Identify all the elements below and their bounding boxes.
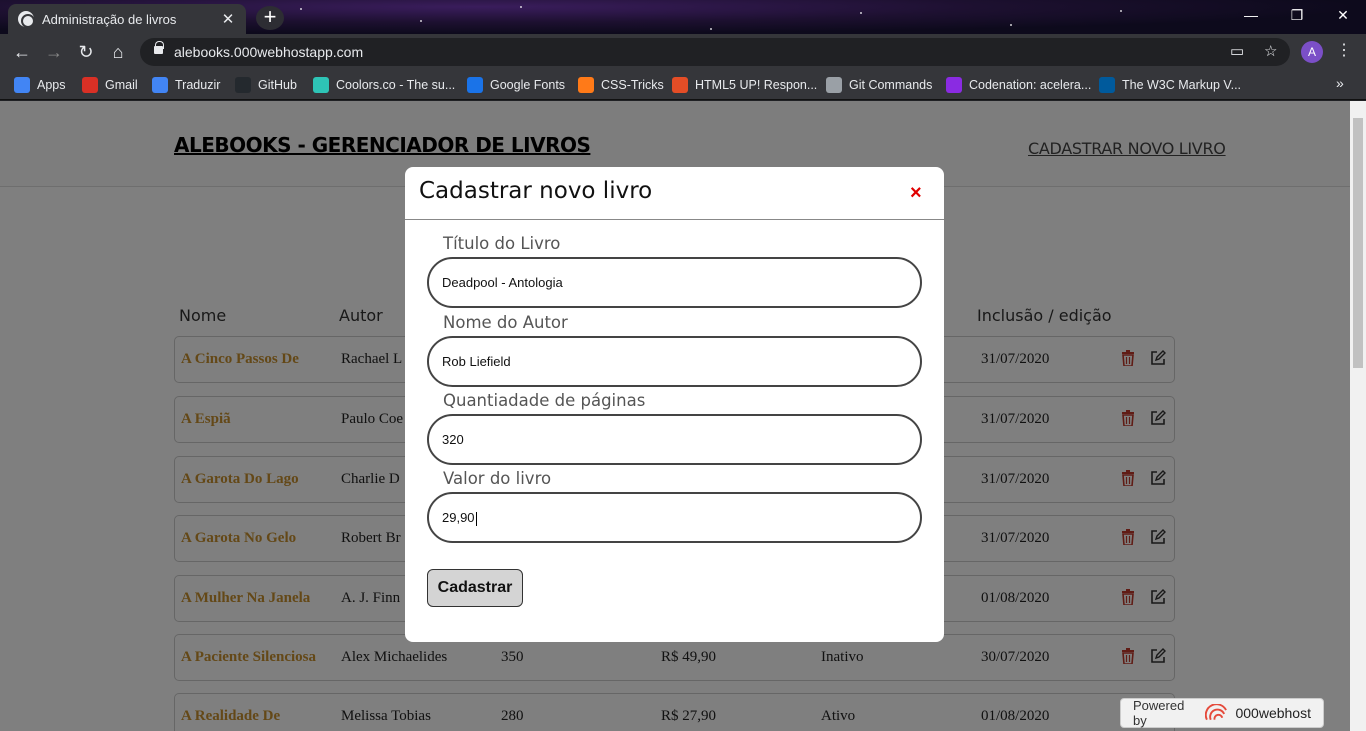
bookmark-label: Apps xyxy=(37,78,66,92)
forward-button[interactable]: → xyxy=(42,40,66,64)
bookmark-github[interactable]: GitHub xyxy=(235,76,297,94)
page-scrollbar[interactable] xyxy=(1350,101,1366,731)
bookmark-git-commands[interactable]: Git Commands xyxy=(826,76,932,94)
github-icon xyxy=(235,77,251,93)
powered-by-label: Powered by xyxy=(1133,698,1185,728)
css-tricks-icon xyxy=(578,77,594,93)
star-decoration xyxy=(1120,10,1122,12)
google-fonts-icon xyxy=(467,77,483,93)
bookmark-traduzir[interactable]: Traduzir xyxy=(152,76,220,94)
star-decoration xyxy=(420,20,422,22)
pages-input[interactable]: 320 xyxy=(427,414,922,465)
bookmark-label: CSS-Tricks xyxy=(601,78,664,92)
bookmark-label: The W3C Markup V... xyxy=(1122,78,1242,92)
browser-toolbar: ← → ↻ ⌂ alebooks.000webhostapp.com ▭ ☆ A… xyxy=(0,34,1366,70)
close-icon[interactable]: × xyxy=(910,182,922,205)
bookmark-css-tricks[interactable]: CSS-Tricks xyxy=(578,76,664,94)
bookmark-label: HTML5 UP! Respon... xyxy=(695,78,818,92)
register-book-modal: Cadastrar novo livro × Título do Livro D… xyxy=(405,167,944,642)
tab-title: Administração de livros xyxy=(42,11,177,27)
pages-input-value: 320 xyxy=(442,432,464,447)
bookmark-google-fonts[interactable]: Google Fonts xyxy=(467,76,565,94)
text-caret xyxy=(475,511,477,526)
pages-label: Quantiadade de páginas xyxy=(443,391,646,410)
translate-icon xyxy=(152,77,168,93)
gmail-icon xyxy=(82,77,98,93)
page-viewport: ALEBOOKS - GERENCIADOR DE LIVROS CADASTR… xyxy=(0,101,1350,731)
000webhost-logo-icon xyxy=(1204,704,1227,721)
globe-icon xyxy=(18,11,35,28)
cast-icon[interactable]: ▭ xyxy=(1230,42,1244,60)
bookmark-w3c[interactable]: The W3C Markup V... xyxy=(1099,76,1241,94)
price-input-value: 29,90 xyxy=(442,510,475,525)
bookmark-codenation[interactable]: Codenation: acelera... xyxy=(946,76,1091,94)
star-decoration xyxy=(300,8,302,10)
new-tab-button[interactable]: + xyxy=(256,6,284,30)
home-button[interactable]: ⌂ xyxy=(106,40,130,64)
modal-header: Cadastrar novo livro × xyxy=(405,167,944,220)
browser-menu-icon[interactable]: ⋮ xyxy=(1336,40,1352,60)
browser-tab-strip: Administração de livros ✕ + — ❐ ✕ xyxy=(0,0,1366,34)
bookmarks-bar: Apps Gmail Traduzir GitHub Coolors.co - … xyxy=(0,70,1366,100)
coolors-icon xyxy=(313,77,329,93)
bookmark-html5up[interactable]: HTML5 UP! Respon... xyxy=(672,76,817,94)
bookmark-label: Traduzir xyxy=(175,78,221,92)
price-label: Valor do livro xyxy=(443,469,552,488)
bookmark-star-icon[interactable]: ☆ xyxy=(1264,42,1277,60)
star-decoration xyxy=(860,12,862,14)
url-text: alebooks.000webhostapp.com xyxy=(174,44,364,60)
profile-avatar[interactable]: A xyxy=(1301,41,1323,63)
minimize-button[interactable]: — xyxy=(1228,0,1274,30)
author-input[interactable]: Rob Liefield xyxy=(427,336,922,387)
active-tab[interactable]: Administração de livros ✕ xyxy=(8,4,246,34)
powered-by-brand: 000webhost xyxy=(1235,705,1311,721)
restore-button[interactable]: ❐ xyxy=(1274,0,1320,30)
register-button[interactable]: Cadastrar xyxy=(427,569,523,607)
close-window-button[interactable]: ✕ xyxy=(1320,0,1366,30)
bookmark-label: Codenation: acelera... xyxy=(969,78,1092,92)
bookmark-label: Gmail xyxy=(105,78,138,92)
powered-by-badge[interactable]: Powered by 000webhost xyxy=(1120,698,1324,728)
bookmark-label: Coolors.co - The su... xyxy=(336,78,456,92)
back-button[interactable]: ← xyxy=(10,40,34,64)
address-bar[interactable]: alebooks.000webhostapp.com ▭ ☆ xyxy=(140,38,1290,66)
bookmark-gmail[interactable]: Gmail xyxy=(82,76,138,94)
bookmark-apps[interactable]: Apps xyxy=(14,76,66,94)
reload-button[interactable]: ↻ xyxy=(74,40,98,64)
star-decoration xyxy=(710,28,712,30)
more-bookmarks-icon[interactable]: » xyxy=(1336,75,1344,91)
author-input-value: Rob Liefield xyxy=(442,354,511,369)
close-tab-icon[interactable]: ✕ xyxy=(220,10,236,28)
bookmark-label: Git Commands xyxy=(849,78,933,92)
price-input[interactable]: 29,90 xyxy=(427,492,922,543)
title-input[interactable]: Deadpool - Antologia xyxy=(427,257,922,308)
apps-grid-icon xyxy=(14,77,30,93)
codenation-icon xyxy=(946,77,962,93)
star-decoration xyxy=(520,6,522,8)
bookmark-label: GitHub xyxy=(258,78,297,92)
git-icon xyxy=(826,77,842,93)
scroll-thumb[interactable] xyxy=(1353,118,1363,368)
modal-title: Cadastrar novo livro xyxy=(419,178,653,204)
html5up-icon xyxy=(672,77,688,93)
star-decoration xyxy=(1010,24,1012,26)
author-label: Nome do Autor xyxy=(443,313,568,332)
bookmark-coolors[interactable]: Coolors.co - The su... xyxy=(313,76,455,94)
title-label: Título do Livro xyxy=(443,234,561,253)
lock-icon xyxy=(154,41,164,54)
w3c-icon xyxy=(1099,77,1115,93)
bookmark-label: Google Fonts xyxy=(490,78,566,92)
title-input-value: Deadpool - Antologia xyxy=(442,275,563,290)
